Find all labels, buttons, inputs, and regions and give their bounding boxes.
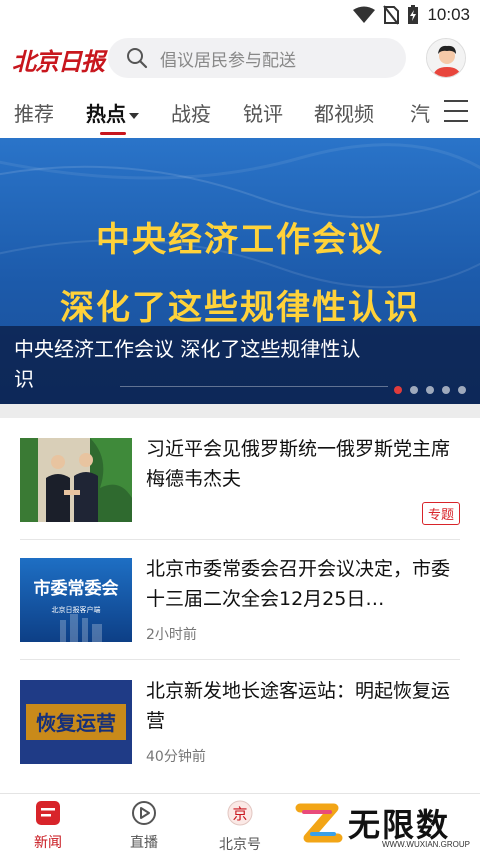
banner-progress-line — [120, 386, 388, 387]
tab-commentary[interactable]: 锐评 — [243, 98, 283, 127]
news-title: 习近平会见俄罗斯统一俄罗斯党主席梅德韦杰夫 — [146, 438, 451, 490]
app-header: 北京日报 倡议居民参与配送 — [0, 32, 480, 88]
news-list-item[interactable]: 恢复运营 北京新发地长途客运站：明起恢复运营 40分钟前 — [20, 662, 460, 782]
carousel-dots — [394, 386, 466, 394]
battery-charging-icon — [408, 5, 419, 24]
search-icon — [127, 48, 148, 69]
news-thumbnail: 市委常委会 北京日报客户端 — [20, 558, 132, 642]
watermark-z-icon — [295, 803, 343, 843]
watermark-logo: 无限数码 WWW.WUXIAN.GROUP — [292, 798, 480, 853]
news-icon — [36, 801, 60, 825]
channel-tabs: 推荐 热点 战疫 锐评 都视频 汽 — [0, 90, 480, 136]
svg-text:京: 京 — [232, 805, 247, 823]
thumb-title: 市委常委会 — [34, 578, 119, 599]
carousel-dot[interactable] — [458, 386, 466, 394]
thumb-subtitle: 北京日报客户端 — [52, 605, 101, 614]
status-icons: 10:03 — [353, 5, 470, 25]
topic-badge: 专题 — [421, 502, 460, 525]
divider — [20, 659, 460, 660]
banner-headline-line1: 中央经济工作会议 — [96, 220, 384, 260]
tab-recommend[interactable]: 推荐 — [14, 98, 54, 127]
banner-headline-line2: 深化了这些规律性认识 — [60, 288, 420, 328]
search-bar[interactable]: 倡议居民参与配送 — [108, 38, 406, 78]
nav-live-label: 直播 — [130, 835, 158, 851]
news-thumbnail — [20, 438, 132, 522]
section-divider — [0, 404, 480, 418]
carousel-dot[interactable] — [410, 386, 418, 394]
carousel-dot[interactable] — [394, 386, 402, 394]
nav-news[interactable]: 新闻 — [13, 800, 83, 852]
watermark-subtext: WWW.WUXIAN.GROUP — [382, 840, 470, 849]
carousel-dot[interactable] — [442, 386, 450, 394]
tab-hot-label: 热点 — [86, 102, 126, 126]
menu-icon[interactable] — [444, 100, 468, 122]
news-timestamp: 40分钟前 — [146, 749, 206, 765]
tab-hot[interactable]: 热点 — [86, 98, 139, 127]
play-circle-icon — [132, 801, 156, 825]
banner-caption: 中央经济工作会议 深化了这些规律性认识 — [14, 337, 361, 391]
nav-live[interactable]: 直播 — [109, 800, 179, 852]
user-avatar-icon[interactable] — [426, 38, 466, 78]
thumb-title: 恢复运营 — [36, 711, 116, 735]
news-list-item[interactable]: 习近平会见俄罗斯统一俄罗斯党主席梅德韦杰夫 专题 — [20, 420, 460, 540]
active-tab-indicator — [100, 132, 126, 135]
app-logo[interactable]: 北京日报 — [12, 42, 105, 77]
status-bar: 10:03 — [0, 0, 480, 32]
tab-video[interactable]: 都视频 — [314, 98, 374, 127]
search-placeholder: 倡议居民参与配送 — [160, 50, 296, 71]
news-thumbnail: 恢复运营 — [20, 680, 132, 764]
news-list-item[interactable]: 市委常委会 北京日报客户端 北京市委常委会召开会议决定，市委十三届二次全会12月… — [20, 540, 460, 660]
news-title: 北京市委常委会召开会议决定，市委十三届二次全会12月25日… — [146, 558, 451, 610]
tab-auto[interactable]: 汽 — [410, 98, 430, 127]
news-timestamp: 2小时前 — [146, 627, 197, 643]
tab-epidemic[interactable]: 战疫 — [171, 98, 211, 127]
no-sim-icon — [383, 5, 400, 25]
carousel-dot[interactable] — [426, 386, 434, 394]
top-banner[interactable]: 中央经济工作会议 深化了这些规律性认识 中央经济工作会议 深化了这些规律性认识 — [0, 138, 480, 404]
wifi-icon — [353, 6, 376, 23]
chevron-down-icon — [129, 112, 139, 119]
nav-beijing-hao-label: 北京号 — [219, 837, 261, 853]
news-title: 北京新发地长途客运站：明起恢复运营 — [146, 680, 451, 732]
banner-caption-bar: 中央经济工作会议 深化了这些规律性认识 — [0, 326, 480, 404]
nav-news-label: 新闻 — [34, 835, 62, 851]
beijing-hao-icon: 京 — [227, 800, 253, 826]
nav-beijing-hao[interactable]: 京 北京号 — [205, 800, 275, 853]
status-time: 10:03 — [427, 5, 470, 24]
